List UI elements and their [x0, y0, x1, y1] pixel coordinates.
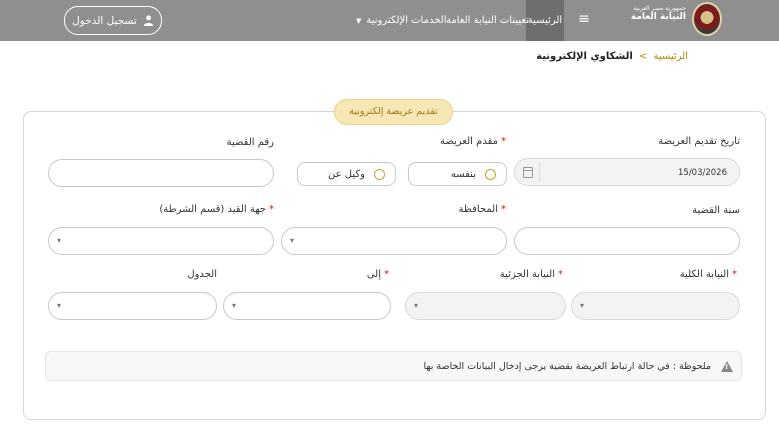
total-prosecution-label: *النيابة الكلية — [679, 269, 737, 280]
nav-appointments-link[interactable]: تعيينات النيابة العامة — [446, 0, 529, 41]
info-note: ملحوظة : في حالة ارتباط العريضة بقضية ير… — [45, 351, 742, 381]
chevron-down-icon: ▾ — [414, 301, 419, 310]
breadcrumb: الرئيسية > الشكاوي الإلكترونية — [536, 51, 688, 62]
partial-prosecution-select[interactable]: ▾ — [405, 292, 566, 320]
logo-title: النيابة العامة — [630, 11, 686, 22]
radio-agent[interactable]: وكيل عن — [297, 162, 396, 186]
case-year-label: سنة القضية — [692, 205, 740, 216]
logo-text: جمهورية مصر العربية النيابة العامة — [630, 5, 686, 22]
prosecution-logo[interactable] — [692, 2, 722, 36]
radio-self-circle[interactable] — [485, 169, 496, 180]
radio-self-label: بنفسه — [450, 169, 476, 180]
to-label: *إلى — [366, 269, 389, 280]
login-button[interactable]: تسجيل الدخول — [64, 6, 162, 35]
top-navbar: جمهورية مصر العربية النيابة العامة ≡ الر… — [0, 0, 779, 41]
user-icon — [143, 15, 153, 26]
chevron-down-icon: ▾ — [290, 236, 295, 245]
to-select[interactable]: ▾ — [223, 292, 391, 320]
hamburger-menu-icon[interactable]: ≡ — [577, 12, 591, 26]
login-label: تسجيل الدخول — [72, 14, 137, 27]
case-number-input[interactable] — [48, 159, 274, 187]
registry-select[interactable]: ▾ — [48, 227, 274, 255]
calendar-icon[interactable] — [523, 167, 533, 178]
case-number-label: رقم القضية — [226, 137, 274, 148]
breadcrumb-home-link[interactable]: الرئيسية — [654, 51, 688, 62]
nav-home-link[interactable]: الرئيسية — [526, 0, 564, 41]
chevron-down-icon: ▾ — [580, 301, 585, 310]
submission-date-value: 15/03/2026 — [678, 168, 727, 178]
note-text: ملحوظة : في حالة ارتباط العريضة بقضية ير… — [423, 361, 711, 372]
total-prosecution-select[interactable]: ▾ — [571, 292, 740, 320]
case-year-input[interactable] — [514, 227, 740, 255]
registry-label: *جهة القيد (قسم الشرطة) — [159, 204, 274, 215]
partial-prosecution-label: *النيابة الجزئية — [499, 269, 563, 280]
radio-agent-circle[interactable] — [374, 169, 385, 180]
submission-date-field[interactable]: 15/03/2026 — [514, 158, 740, 186]
radio-agent-label: وكيل عن — [328, 169, 365, 180]
nav-eservices-dropdown[interactable]: ▼ الخدمات الإلكترونية — [356, 0, 447, 41]
submitter-label: *مقدم العريضة — [439, 136, 506, 147]
governorate-label: *المحافظة — [458, 204, 506, 215]
nav-eservices-label: الخدمات الإلكترونية — [366, 15, 447, 26]
form-title: تقديم عريضة إلكترونية — [334, 99, 453, 125]
warning-icon — [721, 361, 733, 372]
submission-date-label: تاريخ تقديم العريضة — [658, 136, 740, 147]
chevron-down-icon: ▼ — [356, 17, 362, 25]
governorate-select[interactable]: ▾ — [281, 227, 507, 255]
radio-self[interactable]: بنفسه — [408, 162, 507, 186]
breadcrumb-separator: > — [638, 51, 648, 62]
chevron-down-icon: ▾ — [232, 301, 237, 310]
schedule-label: الجدول — [187, 269, 217, 280]
chevron-down-icon: ▾ — [57, 301, 62, 310]
date-separator — [539, 163, 540, 181]
chevron-down-icon: ▾ — [57, 236, 62, 245]
schedule-select[interactable]: ▾ — [48, 292, 217, 320]
breadcrumb-current: الشكاوي الإلكترونية — [536, 51, 633, 62]
